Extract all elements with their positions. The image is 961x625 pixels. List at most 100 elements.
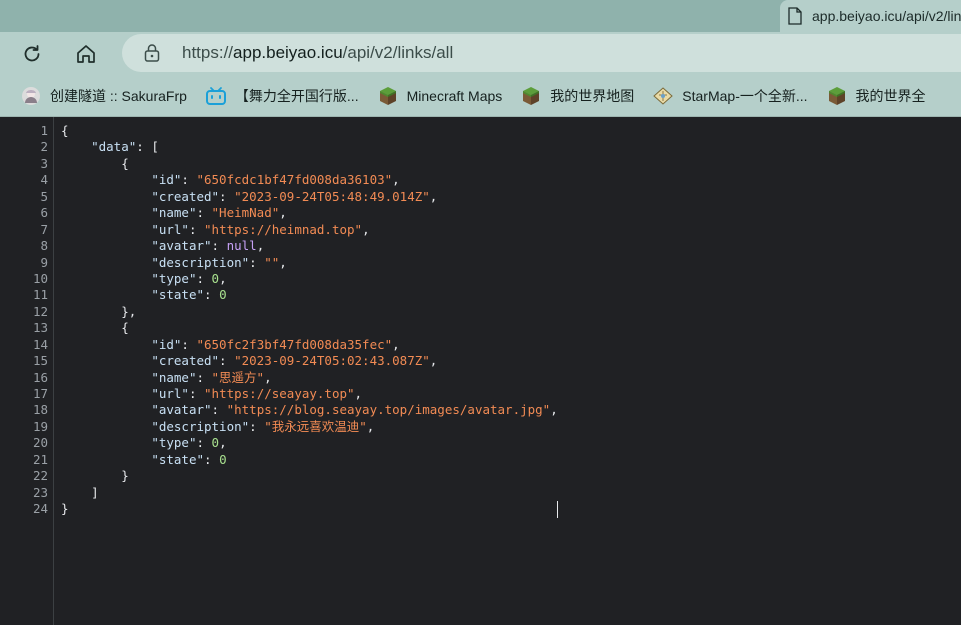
line-number: 18 <box>32 402 48 418</box>
code-line: { <box>61 320 558 336</box>
line-number: 15 <box>32 353 48 369</box>
code-line: { <box>61 123 558 139</box>
code-token: : <box>211 402 227 418</box>
code-line: "avatar": null, <box>61 238 558 254</box>
bookmark-label: 我的世界全 <box>855 88 926 104</box>
code-token: , <box>279 254 287 270</box>
bookmark-label: 创建隧道 :: SakuraFrp <box>50 88 187 104</box>
code-token: : <box>204 287 220 303</box>
code-token: , <box>279 205 287 221</box>
grass-block-icon <box>377 85 399 107</box>
reload-button[interactable] <box>16 38 48 70</box>
code-line: "description": "", <box>61 255 558 271</box>
code-token: "2023-09-24T05:02:43.087Z" <box>234 353 430 369</box>
code-line: "type": 0, <box>61 435 558 451</box>
code-token: "type" <box>151 270 197 286</box>
code-token: : <box>219 188 235 204</box>
code-token: "650fc2f3bf47fd008da35fec" <box>196 336 393 352</box>
line-number: 5 <box>40 188 48 204</box>
code-token: "我永远喜欢温迪" <box>264 418 367 434</box>
code-token: "url" <box>151 221 189 237</box>
map-icon <box>652 85 674 107</box>
line-number: 22 <box>32 468 48 484</box>
bookmark-label: 【舞力全开国行版... <box>234 88 359 104</box>
code-token: "state" <box>151 451 204 467</box>
line-number: 4 <box>40 172 48 188</box>
code-token: "name" <box>151 205 197 221</box>
code-token: , <box>366 418 375 434</box>
tab-strip: app.beiyao.icu/api/v2/links/all <box>0 0 961 32</box>
code-line: } <box>61 501 558 518</box>
code-token: { <box>61 155 129 171</box>
code-token: "avatar" <box>151 238 212 254</box>
code-token: : <box>249 254 265 270</box>
url-host: app.beiyao.icu <box>233 43 343 62</box>
code-line: "created": "2023-09-24T05:02:43.087Z", <box>61 353 558 369</box>
line-number: 20 <box>32 435 48 451</box>
code-line: "name": "HeimNad", <box>61 205 558 221</box>
bookmark-bilibili[interactable]: 【舞力全开国行版... <box>205 85 359 107</box>
code-token: : <box>188 221 205 237</box>
bookmark-mc-world-full[interactable]: 我的世界全 <box>826 85 926 107</box>
code-token: , <box>429 353 438 369</box>
code-token: "思遥方" <box>211 369 265 385</box>
bookmark-mc-world-map[interactable]: 我的世界地图 <box>520 85 634 107</box>
line-number: 8 <box>40 238 48 254</box>
browser-tab[interactable]: app.beiyao.icu/api/v2/links/all <box>780 0 961 32</box>
code-token: , <box>219 435 227 451</box>
code-line: "type": 0, <box>61 271 558 287</box>
code-token: : <box>181 336 197 352</box>
line-number: 13 <box>32 320 48 336</box>
code-token: "https://blog.seayay.top/images/avatar.j… <box>226 402 551 418</box>
json-viewer[interactable]: 1 2 3 4 5 6 7 8 9 10 11 12 13 14 15 16 17 18 19 20 21 22 23 24 … <box>0 117 961 625</box>
line-number: 6 <box>40 205 48 221</box>
json-content[interactable]: { "data": [ { "id": "650fcdc1bf47fd008da… <box>61 123 558 518</box>
bookmark-label: Minecraft Maps <box>406 88 503 104</box>
line-number: 24 <box>32 501 48 517</box>
url-scheme: https:// <box>182 43 234 62</box>
code-token: : <box>181 172 197 188</box>
line-number: 14 <box>32 336 48 352</box>
home-icon <box>75 43 97 65</box>
url-text: https://app.beiyao.icu/api/v2/links/all <box>182 43 453 63</box>
code-token: 0 <box>211 270 220 286</box>
bookmark-minecraft-maps[interactable]: Minecraft Maps <box>377 85 503 107</box>
code-line: "url": "https://heimnad.top", <box>61 222 558 238</box>
bookmark-starmap[interactable]: StarMap-一个全新... <box>652 85 808 107</box>
code-line: }, <box>61 304 558 320</box>
code-line: "state": 0 <box>61 287 558 303</box>
code-token: "created" <box>151 353 220 369</box>
code-line: "description": "我永远喜欢温迪", <box>61 419 558 435</box>
code-token: : <box>196 369 212 385</box>
code-token: "created" <box>151 188 220 204</box>
code-token: "https://seayay.top" <box>204 386 355 401</box>
address-bar[interactable]: https://app.beiyao.icu/api/v2/links/all <box>122 34 961 72</box>
code-token: , <box>392 336 400 352</box>
page-icon <box>788 7 802 25</box>
bookmark-sakurafrp[interactable]: 创建隧道 :: SakuraFrp <box>20 85 187 107</box>
code-token: : [ <box>136 139 159 155</box>
browser-toolbar: https://app.beiyao.icu/api/v2/links/all <box>0 32 961 76</box>
code-token: : <box>249 418 265 434</box>
line-number: 17 <box>32 386 48 401</box>
code-line: "state": 0 <box>61 452 558 468</box>
code-line: } <box>61 468 558 484</box>
grass-block-icon <box>520 85 542 107</box>
code-token: : <box>196 435 212 451</box>
code-token: "type" <box>151 435 197 451</box>
home-button[interactable] <box>70 38 102 70</box>
lock-icon[interactable] <box>144 44 162 62</box>
line-number: 2 <box>40 139 48 155</box>
code-token: "https://heimnad.top" <box>204 221 363 237</box>
code-token: , <box>256 238 265 254</box>
